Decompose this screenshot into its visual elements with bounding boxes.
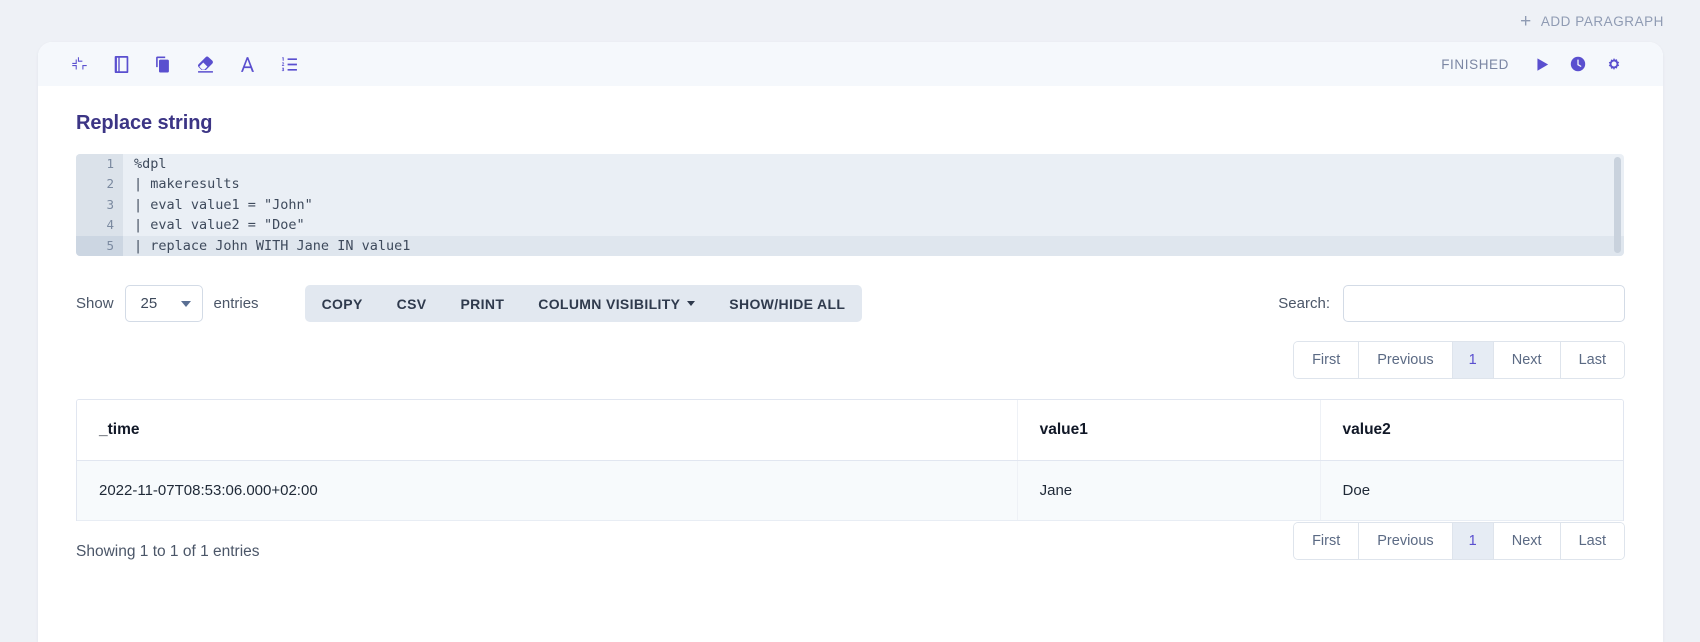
show-label: Show bbox=[76, 295, 114, 313]
pagination-bottom-page-1[interactable]: 1 bbox=[1452, 522, 1494, 559]
results-table: _time value1 value2 2022-11-07T08:53:06.… bbox=[77, 399, 1623, 521]
column-visibility-label: COLUMN VISIBILITY bbox=[538, 295, 681, 312]
clock-icon[interactable] bbox=[1567, 53, 1589, 75]
pagination-bottom: First Previous 1 Next Last bbox=[1293, 521, 1625, 560]
pagination-bottom-last[interactable]: Last bbox=[1560, 522, 1624, 559]
code-line[interactable]: 3 | eval value1 = "John" bbox=[76, 194, 1624, 216]
notebook-topbar: + ADD PARAGRAPH bbox=[0, 0, 1700, 42]
datatable-button-group: COPY CSV PRINT COLUMN VISIBILITY SHOW/HI… bbox=[304, 285, 863, 323]
code-line[interactable]: 1 %dpl bbox=[76, 154, 1624, 175]
caret-down-icon bbox=[687, 301, 696, 307]
table-footer-row: Showing 1 to 1 of 1 entries First Previo… bbox=[38, 521, 1663, 561]
status-badge: FINISHED bbox=[1441, 56, 1509, 72]
table-body: 2022-11-07T08:53:06.000+02:00 Jane Doe bbox=[77, 460, 1623, 521]
compress-arrows-icon[interactable] bbox=[66, 51, 92, 77]
column-header-value2[interactable]: value2 bbox=[1320, 399, 1623, 461]
datatable-controls: Show 25 entries COPY CSV PRINT COLUMN VI… bbox=[38, 284, 1663, 324]
search-group: Search: bbox=[1278, 285, 1625, 323]
pagination-top-row: First Previous 1 Next Last bbox=[38, 340, 1663, 379]
line-number: 5 bbox=[76, 235, 123, 256]
print-button-label: PRINT bbox=[460, 295, 505, 312]
table-head: _time value1 value2 bbox=[77, 399, 1623, 461]
page-length-value: 25 bbox=[140, 295, 158, 313]
entries-label: entries bbox=[213, 295, 259, 313]
csv-button-label: CSV bbox=[396, 295, 427, 312]
cell-value2: Doe bbox=[1320, 460, 1623, 521]
copy-button-label: COPY bbox=[321, 295, 363, 312]
gear-icon[interactable] bbox=[1603, 53, 1625, 75]
print-button[interactable]: PRINT bbox=[443, 285, 521, 322]
pagination-top: First Previous 1 Next Last bbox=[1293, 340, 1625, 379]
cell-time: 2022-11-07T08:53:06.000+02:00 bbox=[77, 460, 1018, 521]
pagination-bottom-next[interactable]: Next bbox=[1493, 522, 1561, 559]
page-title: Replace string bbox=[76, 112, 213, 134]
pagination-bottom-first[interactable]: First bbox=[1294, 522, 1360, 559]
line-number: 4 bbox=[76, 215, 123, 236]
chevron-down-icon bbox=[180, 300, 191, 307]
book-icon[interactable] bbox=[108, 51, 134, 77]
pagination-next[interactable]: Next bbox=[1493, 341, 1561, 378]
show-entries-group: Show 25 entries bbox=[76, 285, 259, 323]
line-text: %dpl bbox=[134, 156, 167, 172]
pagination-bottom-previous[interactable]: Previous bbox=[1359, 522, 1453, 559]
eraser-icon[interactable] bbox=[192, 51, 218, 77]
add-paragraph-button[interactable]: + ADD PARAGRAPH bbox=[1520, 12, 1664, 31]
toolbar-right-group: FINISHED bbox=[1441, 53, 1625, 75]
list-ol-icon[interactable] bbox=[276, 51, 302, 77]
column-header-time[interactable]: _time bbox=[77, 399, 1018, 461]
app-root: + ADD PARAGRAPH FINISHED Replace string … bbox=[0, 0, 1700, 642]
plus-icon: + bbox=[1520, 10, 1532, 32]
table-info: Showing 1 to 1 of 1 entries bbox=[76, 542, 260, 560]
code-line[interactable]: 4 | eval value2 = "Doe" bbox=[76, 215, 1624, 236]
pagination-page-1[interactable]: 1 bbox=[1452, 341, 1494, 378]
pagination-last[interactable]: Last bbox=[1560, 341, 1624, 378]
table-row: 2022-11-07T08:53:06.000+02:00 Jane Doe bbox=[77, 460, 1623, 521]
paragraph-toolbar: FINISHED bbox=[38, 42, 1663, 86]
show-hide-all-label: SHOW/HIDE ALL bbox=[729, 295, 846, 312]
paragraph-card: FINISHED Replace string 1 %dpl 2 | maker… bbox=[38, 42, 1663, 642]
column-header-value1[interactable]: value1 bbox=[1017, 399, 1321, 461]
code-editor[interactable]: 1 %dpl 2 | makeresults 3 | eval value1 =… bbox=[76, 154, 1624, 256]
pagination-previous[interactable]: Previous bbox=[1359, 341, 1453, 378]
font-size-icon[interactable] bbox=[234, 51, 260, 77]
pagination-first[interactable]: First bbox=[1294, 341, 1360, 378]
line-number: 2 bbox=[76, 174, 123, 195]
copy-button[interactable]: COPY bbox=[305, 285, 380, 322]
line-text: | makeresults bbox=[134, 176, 240, 193]
line-text: | replace John WITH Jane IN value1 bbox=[123, 235, 1624, 256]
toolbar-icon-group bbox=[66, 51, 302, 77]
column-visibility-button[interactable]: COLUMN VISIBILITY bbox=[521, 285, 712, 322]
table-header-row: _time value1 value2 bbox=[77, 399, 1623, 461]
paragraph-body: Replace string 1 %dpl 2 | makeresults 3 … bbox=[38, 112, 1663, 561]
line-number: 3 bbox=[76, 194, 123, 216]
line-text: | eval value2 = "Doe" bbox=[134, 217, 305, 234]
search-input[interactable] bbox=[1343, 285, 1625, 323]
search-label: Search: bbox=[1278, 295, 1330, 313]
play-icon[interactable] bbox=[1531, 53, 1553, 75]
editor-scrollbar[interactable] bbox=[1614, 157, 1621, 253]
line-text: | eval value1 = "John" bbox=[134, 196, 313, 213]
add-paragraph-label: ADD PARAGRAPH bbox=[1540, 13, 1664, 29]
page-length-select[interactable]: 25 bbox=[124, 285, 203, 323]
results-table-wrap: _time value1 value2 2022-11-07T08:53:06.… bbox=[76, 398, 1624, 521]
copy-icon[interactable] bbox=[150, 51, 176, 77]
cell-value1: Jane bbox=[1017, 460, 1321, 521]
line-number: 1 bbox=[76, 154, 123, 175]
csv-button[interactable]: CSV bbox=[380, 285, 444, 322]
code-line-active[interactable]: 5 | replace John WITH Jane IN value1 bbox=[76, 235, 1624, 256]
code-line[interactable]: 2 | makeresults bbox=[76, 174, 1624, 195]
show-hide-all-button[interactable]: SHOW/HIDE ALL bbox=[712, 285, 862, 322]
